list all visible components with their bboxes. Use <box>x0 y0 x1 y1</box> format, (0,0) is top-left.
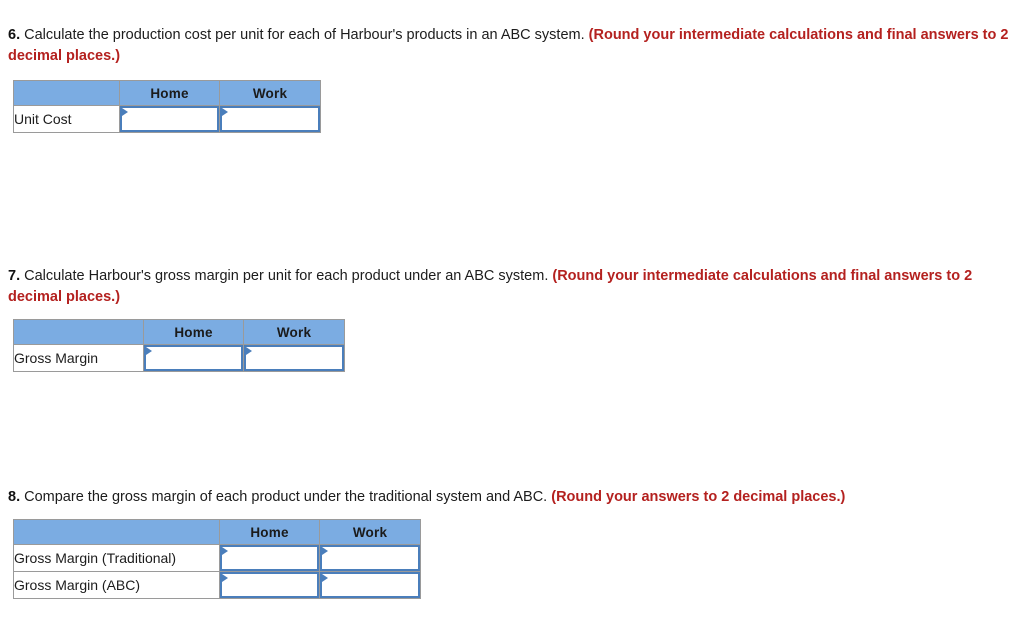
gross-margin-table-body: Gross Margin <box>13 344 345 372</box>
question-6-number: 6. <box>8 26 21 43</box>
gross-margin-table: Home Work Gross Margin <box>13 319 345 372</box>
gross-margin-home-cell[interactable] <box>143 344 244 372</box>
table-row: Gross Margin (Traditional) <box>13 544 421 572</box>
gross-margin-compare-table: Home Work Gross Margin (Traditional) Gro… <box>13 519 421 599</box>
table-header-row: Home Work <box>13 319 345 345</box>
unit-cost-table: Home Work Unit Cost <box>13 80 321 133</box>
table-row: Gross Margin <box>13 344 345 372</box>
gross-margin-table-head: Home Work <box>13 319 345 345</box>
unit-cost-home-cell[interactable] <box>119 105 220 133</box>
unit-cost-row-label: Unit Cost <box>13 105 120 133</box>
gross-margin-home-input[interactable] <box>144 345 243 371</box>
gross-margin-compare-header-work: Work <box>319 519 421 545</box>
gross-margin-corner-header <box>13 319 144 345</box>
question-6: 6. Calculate the production cost per uni… <box>8 25 1020 67</box>
question-8-note: (Round your answers to 2 decimal places.… <box>551 488 846 505</box>
table-header-row: Home Work <box>13 80 321 106</box>
question-7-number: 7. <box>8 267 21 284</box>
gross-margin-compare-table-head: Home Work <box>13 519 421 545</box>
unit-cost-table-body: Unit Cost <box>13 105 321 133</box>
unit-cost-table-head: Home Work <box>13 80 321 106</box>
gross-margin-abc-row-label: Gross Margin (ABC) <box>13 571 220 599</box>
gross-margin-traditional-home-input[interactable] <box>220 545 319 571</box>
gross-margin-compare-corner-header <box>13 519 220 545</box>
unit-cost-corner-header <box>13 80 120 106</box>
unit-cost-header-work: Work <box>219 80 321 106</box>
question-7: 7. Calculate Harbour's gross margin per … <box>8 266 1020 308</box>
gross-margin-work-input[interactable] <box>244 345 344 371</box>
unit-cost-work-cell[interactable] <box>219 105 321 133</box>
gross-margin-abc-work-cell[interactable] <box>319 571 421 599</box>
table-row: Unit Cost <box>13 105 321 133</box>
gross-margin-compare-header-home: Home <box>219 519 320 545</box>
gross-margin-header-work: Work <box>243 319 345 345</box>
gross-margin-traditional-home-cell[interactable] <box>219 544 320 572</box>
question-8: 8. Compare the gross margin of each prod… <box>8 487 1020 508</box>
table-header-row: Home Work <box>13 519 421 545</box>
gross-margin-abc-home-cell[interactable] <box>219 571 320 599</box>
gross-margin-work-cell[interactable] <box>243 344 345 372</box>
gross-margin-abc-home-input[interactable] <box>220 572 319 598</box>
gross-margin-abc-work-input[interactable] <box>320 572 420 598</box>
gross-margin-traditional-work-input[interactable] <box>320 545 420 571</box>
gross-margin-compare-table-body: Gross Margin (Traditional) Gross Margin … <box>13 544 421 599</box>
gross-margin-header-home: Home <box>143 319 244 345</box>
unit-cost-work-input[interactable] <box>220 106 320 132</box>
unit-cost-home-input[interactable] <box>120 106 219 132</box>
unit-cost-header-home: Home <box>119 80 220 106</box>
gross-margin-row-label: Gross Margin <box>13 344 144 372</box>
question-8-number: 8. <box>8 488 21 505</box>
question-7-body: Calculate Harbour's gross margin per uni… <box>24 267 549 284</box>
question-8-body: Compare the gross margin of each product… <box>24 488 548 505</box>
table-row: Gross Margin (ABC) <box>13 571 421 599</box>
gross-margin-traditional-work-cell[interactable] <box>319 544 421 572</box>
question-6-body: Calculate the production cost per unit f… <box>24 26 585 43</box>
gross-margin-traditional-row-label: Gross Margin (Traditional) <box>13 544 220 572</box>
